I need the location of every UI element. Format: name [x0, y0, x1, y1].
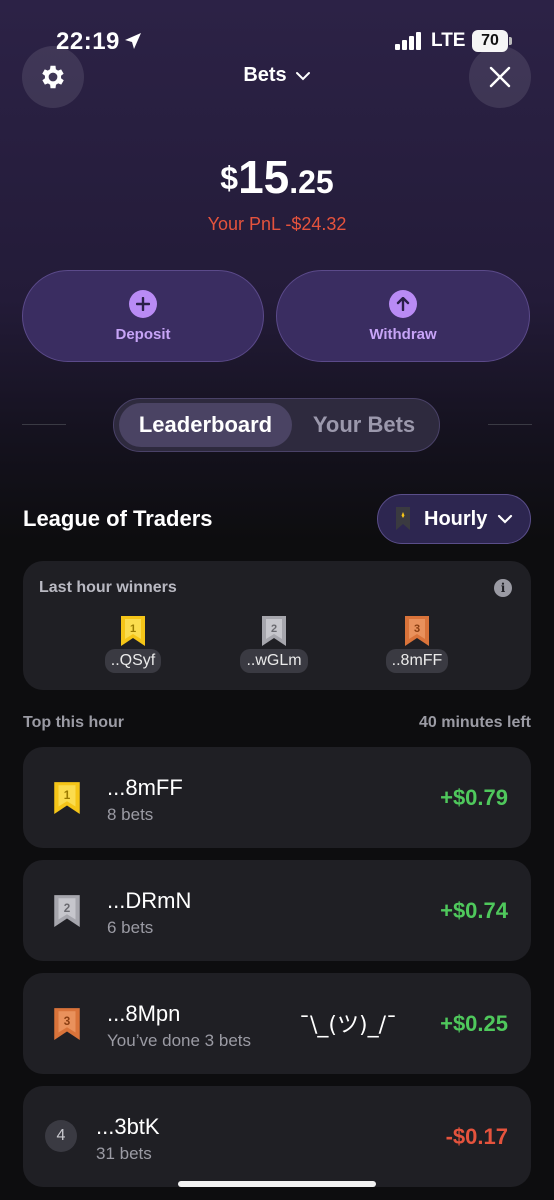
- row-pnl: -$0.17: [445, 1124, 508, 1149]
- winners-title: Last hour winners: [39, 579, 177, 596]
- signal-icon: [395, 32, 421, 50]
- silver-ribbon-icon: 2: [54, 895, 80, 927]
- status-bar: 22:19 LTE 70: [0, 0, 554, 72]
- time-left-label: 40 minutes left: [418, 714, 531, 731]
- leaderboard-row[interactable]: 4 ...3btK 31 bets -$0.17: [23, 1086, 531, 1187]
- gold-ribbon-icon: 1: [121, 616, 145, 646]
- tab-switcher: Leaderboard Your Bets: [113, 398, 440, 452]
- row-name: ...8mFF: [107, 775, 183, 800]
- close-icon: [489, 66, 511, 88]
- row-name: ...3btK: [96, 1114, 160, 1139]
- row-pnl: +$0.74: [440, 898, 508, 923]
- bronze-ribbon-icon: 3: [405, 616, 429, 646]
- ribbon-icon: [396, 507, 410, 530]
- deposit-button[interactable]: Deposit: [22, 270, 264, 362]
- chevron-down-icon: [295, 71, 310, 81]
- ribbon-number: 3: [414, 623, 420, 635]
- row-name: ...DRmN: [107, 888, 192, 913]
- winner-item: 2 ..wGLm: [239, 615, 309, 673]
- screen: 22:19 LTE 70 Bets $15.25 Your PnL -$24.3…: [0, 0, 554, 1200]
- period-selector[interactable]: Hourly: [377, 494, 531, 544]
- chevron-down-icon: [498, 514, 513, 524]
- network-type: LTE: [431, 30, 466, 51]
- balance-integer: 15: [238, 151, 290, 203]
- info-icon[interactable]: i: [494, 579, 512, 597]
- row-pnl: +$0.79: [440, 785, 508, 810]
- last-hour-winners-card: Last hour winners i 1 ..QSyf 2 ..wGLm 3: [23, 561, 531, 690]
- balance-amount: $15.25: [0, 150, 554, 204]
- rank-badge: 4: [45, 1120, 77, 1152]
- winner-item: 3 ..8mFF: [382, 615, 452, 673]
- leaderboard-row[interactable]: 2 ...DRmN 6 bets +$0.74: [23, 860, 531, 961]
- withdraw-label: Withdraw: [369, 325, 437, 343]
- tab-leaderboard[interactable]: Leaderboard: [119, 403, 292, 447]
- ribbon-number: 3: [64, 1015, 71, 1028]
- ribbon-number: 1: [130, 623, 136, 635]
- deposit-label: Deposit: [115, 325, 171, 343]
- ribbon-number: 2: [64, 902, 71, 915]
- top-this-hour-label: Top this hour: [23, 714, 125, 731]
- winner-name: ..QSyf: [104, 649, 162, 673]
- winner-name: ..wGLm: [240, 649, 308, 673]
- shrug-emoticon: ¯\_(ツ)_/¯: [299, 1013, 397, 1038]
- row-bets: You’ve done 3 bets: [107, 1031, 251, 1050]
- gold-ribbon-icon: 1: [54, 782, 80, 814]
- divider-left: [22, 424, 66, 425]
- winner-item: 1 ..QSyf: [98, 615, 168, 673]
- silver-ribbon-icon: 2: [262, 616, 286, 646]
- divider-right: [488, 424, 532, 425]
- period-label: Hourly: [424, 507, 488, 530]
- location-arrow-icon: [125, 33, 141, 49]
- pnl-text: Your PnL -$24.32: [207, 214, 347, 234]
- plus-icon: [129, 289, 157, 318]
- league-title: League of Traders: [23, 506, 213, 531]
- close-button[interactable]: [469, 46, 531, 108]
- tab-your-bets[interactable]: Your Bets: [294, 403, 434, 447]
- balance-currency: $: [220, 160, 239, 196]
- ribbon-number: 2: [271, 623, 277, 635]
- row-name: ...8Mpn: [107, 1001, 181, 1026]
- winner-name: ..8mFF: [385, 649, 449, 673]
- leaderboard-row[interactable]: 1 ...8mFF 8 bets +$0.79: [23, 747, 531, 848]
- page-title: Bets: [243, 64, 287, 86]
- arrow-up-icon: [389, 289, 417, 318]
- ribbon-number: 1: [64, 789, 71, 802]
- row-pnl: +$0.25: [440, 1011, 508, 1036]
- row-bets: 6 bets: [107, 918, 154, 937]
- row-bets: 8 bets: [107, 805, 154, 824]
- bronze-ribbon-icon: 3: [54, 1008, 80, 1040]
- row-bets: 31 bets: [96, 1144, 152, 1163]
- balance-decimal: .25: [289, 164, 334, 200]
- withdraw-button[interactable]: Withdraw: [276, 270, 530, 362]
- leaderboard-row-current-user[interactable]: 3 ...8Mpn You’ve done 3 bets ¯\_(ツ)_/¯ +…: [23, 973, 531, 1074]
- battery-cap: [509, 37, 512, 45]
- home-indicator: [178, 1181, 376, 1187]
